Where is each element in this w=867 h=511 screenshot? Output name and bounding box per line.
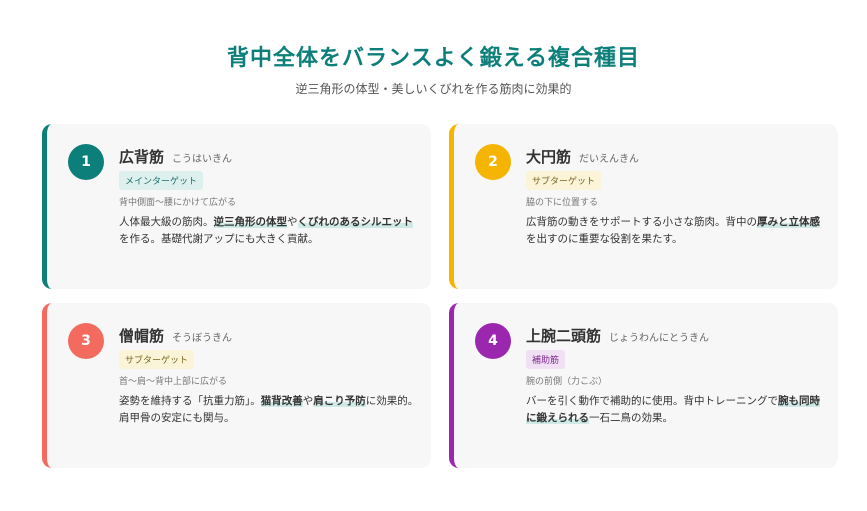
muscle-description: 広背筋の動きをサポートする小さな筋肉。背中の厚みと立体感を出すのに重要な役割を果… [526,214,826,248]
desc-text: 広背筋の動きをサポートする小さな筋肉。背中の [526,216,757,228]
muscle-name-text: 広背筋 [119,148,165,166]
muscle-reading: だいえんきん [579,154,640,165]
number-badge: 2 [475,144,511,180]
muscle-name-text: 僧帽筋 [119,327,165,345]
number-badge: 1 [68,144,104,180]
desc-text: や [302,395,314,407]
page-subtitle: 逆三角形の体型・美しいくびれを作る筋肉に効果的 [295,82,572,96]
muscle-name-text: 大円筋 [526,148,572,166]
desc-text: や [287,216,298,228]
desc-highlight: 猫背改善 [260,395,303,407]
muscle-card-biceps: 4 上腕二頭筋 じょうわんにとうきん 補助筋 腕の前側（力こぶ） バーを引く動作で… [449,303,838,468]
muscle-description: バーを引く動作で補助的に使用。背中トレーニングで腕も同時に鍛えられる一石二鳥の効… [526,393,826,427]
muscle-location: 首〜肩〜背中上部に広がる [119,377,228,387]
target-badge: メインターゲット [119,171,204,190]
desc-text: 一石二鳥の効果。 [589,412,673,424]
target-badge: サブターゲット [119,350,195,369]
muscle-card-teres-major: 2 大円筋 だいえんきん サブターゲット 脇の下に位置する 広背筋の動きをサポート… [449,124,838,289]
muscle-card-trapezius: 3 僧帽筋 そうぼうきん サブターゲット 首〜肩〜背中上部に広がる 姿勢を維持する… [42,303,431,468]
desc-text: バーを引く動作で補助的に使用。背中トレーニングで [526,395,778,407]
muscle-reading: じょうわんにとうきん [609,333,710,344]
muscle-reading: そうぼうきん [172,333,233,344]
muscle-description: 人体最大級の筋肉。逆三角形の体型やくびれのあるシルエットを作る。基礎代謝アップに… [119,214,419,248]
desc-highlight: 肩こり予防 [313,395,366,407]
target-badge: 補助筋 [526,350,566,369]
desc-highlight: 逆三角形の体型 [213,216,287,228]
target-badge: サブターゲット [526,171,602,190]
desc-text: 姿勢を維持する「抗重力筋」。 [119,395,261,407]
muscle-name: 上腕二頭筋 じょうわんにとうきん [526,325,709,346]
desc-highlight: くびれのあるシルエット [297,216,413,228]
muscle-location: 脇の下に位置する [526,198,599,208]
muscle-name-text: 上腕二頭筋 [526,327,602,345]
desc-text: 人体最大級の筋肉。 [119,216,214,228]
muscle-location: 背中側面〜腰にかけて広がる [119,198,237,208]
desc-highlight: 厚みと立体感 [757,216,820,228]
muscle-description: 姿勢を維持する「抗重力筋」。猫背改善や肩こり予防に効果的。肩甲骨の安定にも関与。 [119,393,419,427]
muscle-location: 腕の前側（力こぶ） [526,377,608,387]
desc-text: を出すのに重要な役割を果たす。 [526,233,683,245]
number-badge: 3 [68,323,104,359]
muscle-name: 広背筋 こうはいきん [119,146,232,167]
muscle-name: 僧帽筋 そうぼうきん [119,325,232,346]
number-badge: 4 [475,323,511,359]
page-title: 背中全体をバランスよく鍛える複合種目 [227,46,640,71]
muscle-name: 大円筋 だいえんきん [526,146,639,167]
muscle-card-latissimus: 1 広背筋 こうはいきん メインターゲット 背中側面〜腰にかけて広がる 人体最大級… [42,124,431,289]
desc-text: を作る。基礎代謝アップにも大きく貢献。 [119,233,319,245]
muscle-reading: こうはいきん [172,154,233,165]
